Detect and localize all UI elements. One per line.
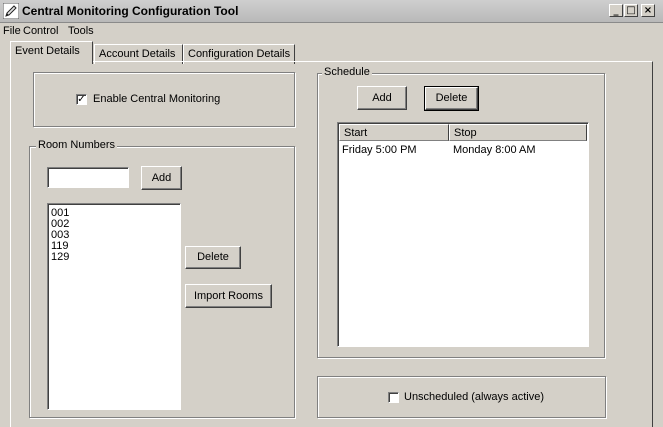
tab-event-details[interactable]: Event Details <box>10 41 93 64</box>
menu-file[interactable]: File <box>3 25 21 37</box>
table-row[interactable]: Friday 5:00 PM Monday 8:00 AM <box>339 142 587 157</box>
add-room-button[interactable]: Add <box>141 166 182 190</box>
close-button[interactable]: × <box>641 4 655 17</box>
room-number-input-frame <box>47 167 129 188</box>
unscheduled-group: Unscheduled (always active) <box>317 376 606 418</box>
maximize-button[interactable]: □ <box>624 4 638 17</box>
schedule-start-cell: Friday 5:00 PM <box>342 144 417 156</box>
minimize-button[interactable]: _ <box>609 4 623 17</box>
unscheduled-checkbox[interactable] <box>388 392 399 403</box>
unscheduled-label: Unscheduled (always active) <box>404 391 545 403</box>
enable-monitoring-label: Enable Central Monitoring <box>93 93 221 105</box>
main-window: Central Monitoring Configuration Tool _ … <box>0 0 663 427</box>
app-pencil-icon <box>3 3 19 19</box>
schedule-group-label: Schedule <box>322 66 372 78</box>
room-list[interactable]: 001 002 003 119 129 <box>47 203 181 410</box>
column-header-stop[interactable]: Stop <box>449 124 587 141</box>
window-title: Central Monitoring Configuration Tool <box>22 4 239 18</box>
schedule-stop-cell: Monday 8:00 AM <box>453 144 536 156</box>
menu-bar: File Control Tools <box>0 22 663 40</box>
room-numbers-group-label: Room Numbers <box>36 139 118 151</box>
delete-room-button[interactable]: Delete <box>185 246 241 269</box>
room-number-input[interactable] <box>48 168 128 187</box>
menu-control[interactable]: Control <box>23 25 58 37</box>
menu-tools[interactable]: Tools <box>68 25 94 37</box>
delete-schedule-button[interactable]: Delete <box>424 86 479 111</box>
schedule-list-view[interactable]: Start Stop Friday 5:00 PM Monday 8:00 AM <box>337 122 589 347</box>
import-rooms-button[interactable]: Import Rooms <box>185 284 272 308</box>
list-item[interactable]: 129 <box>48 252 180 263</box>
enable-monitoring-checkbox[interactable]: ✓ <box>76 94 87 105</box>
enable-monitoring-group: ✓ Enable Central Monitoring <box>33 72 295 127</box>
column-header-start[interactable]: Start <box>339 124 449 141</box>
add-schedule-button[interactable]: Add <box>357 86 407 110</box>
title-bar[interactable]: Central Monitoring Configuration Tool _ … <box>0 0 663 23</box>
